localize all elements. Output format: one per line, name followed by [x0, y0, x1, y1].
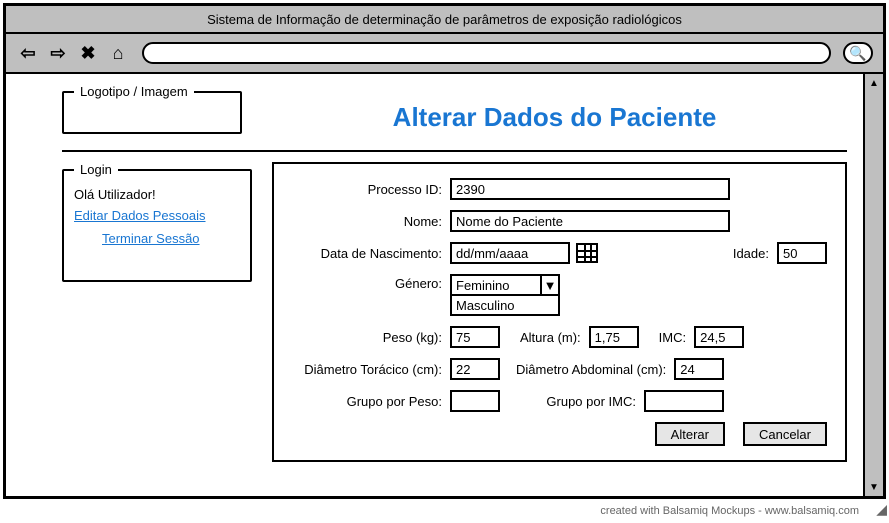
data-nascimento-label: Data de Nascimento: — [292, 246, 442, 261]
window-title: Sistema de Informação de determinação de… — [207, 12, 682, 27]
home-icon[interactable]: ⌂ — [106, 42, 130, 64]
diam-abdominal-label: Diâmetro Abdominal (cm): — [516, 362, 666, 377]
scroll-down-icon[interactable]: ▼ — [867, 480, 881, 494]
login-greeting: Olá Utilizador! — [74, 187, 240, 202]
edit-personal-data-link[interactable]: Editar Dados Pessoais — [74, 208, 240, 223]
back-icon[interactable]: ⇦ — [16, 42, 40, 64]
footer-credit: created with Balsamiq Mockups - www.bals… — [600, 505, 859, 517]
peso-input[interactable] — [450, 326, 500, 348]
diam-toracico-label: Diâmetro Torácico (cm): — [292, 362, 442, 377]
logo-legend: Logotipo / Imagem — [74, 84, 194, 99]
processo-id-input[interactable] — [450, 178, 730, 200]
browser-toolbar: ⇦ ⇨ ✖ ⌂ 🔍 — [6, 34, 883, 74]
grupo-peso-label: Grupo por Peso: — [292, 394, 442, 409]
stop-icon[interactable]: ✖ — [76, 42, 100, 64]
data-nascimento-input[interactable] — [450, 242, 570, 264]
processo-id-label: Processo ID: — [292, 182, 442, 197]
logout-link[interactable]: Terminar Sessão — [102, 231, 240, 246]
grupo-peso-input[interactable] — [450, 390, 500, 412]
separator — [62, 150, 847, 152]
altura-label: Altura (m): — [520, 330, 581, 345]
idade-label: Idade: — [733, 246, 769, 261]
imc-label: IMC: — [659, 330, 686, 345]
resize-handle-icon[interactable]: ◢ — [873, 504, 887, 518]
idade-input[interactable] — [777, 242, 827, 264]
page-title: Alterar Dados do Paciente — [262, 102, 847, 133]
window-titlebar: Sistema de Informação de determinação de… — [6, 6, 883, 34]
imc-input[interactable] — [694, 326, 744, 348]
patient-form: Processo ID: Nome: Data de Nascimento: I… — [272, 162, 847, 462]
altura-input[interactable] — [589, 326, 639, 348]
url-bar[interactable] — [142, 42, 831, 64]
diam-toracico-input[interactable] — [450, 358, 500, 380]
nome-label: Nome: — [292, 214, 442, 229]
forward-icon[interactable]: ⇨ — [46, 42, 70, 64]
login-legend: Login — [74, 162, 118, 177]
genero-label: Género: — [292, 274, 442, 291]
logo-box: Logotipo / Imagem — [62, 84, 242, 134]
scroll-up-icon[interactable]: ▲ — [867, 76, 881, 90]
cancelar-button[interactable]: Cancelar — [743, 422, 827, 446]
genero-select[interactable]: Feminino ▼ — [450, 274, 560, 296]
search-icon[interactable]: 🔍 — [843, 42, 873, 64]
login-panel: Login Olá Utilizador! Editar Dados Pesso… — [62, 162, 252, 282]
nome-input[interactable] — [450, 210, 730, 232]
vertical-scrollbar[interactable]: ▲ ▼ — [863, 74, 883, 496]
peso-label: Peso (kg): — [292, 330, 442, 345]
calendar-icon[interactable] — [576, 243, 598, 263]
grupo-imc-input[interactable] — [644, 390, 724, 412]
genero-selected-value: Feminino — [452, 276, 540, 294]
genero-option-masculino[interactable]: Masculino — [450, 296, 560, 316]
chevron-down-icon[interactable]: ▼ — [540, 276, 558, 294]
alterar-button[interactable]: Alterar — [655, 422, 725, 446]
grupo-imc-label: Grupo por IMC: — [516, 394, 636, 409]
diam-abdominal-input[interactable] — [674, 358, 724, 380]
